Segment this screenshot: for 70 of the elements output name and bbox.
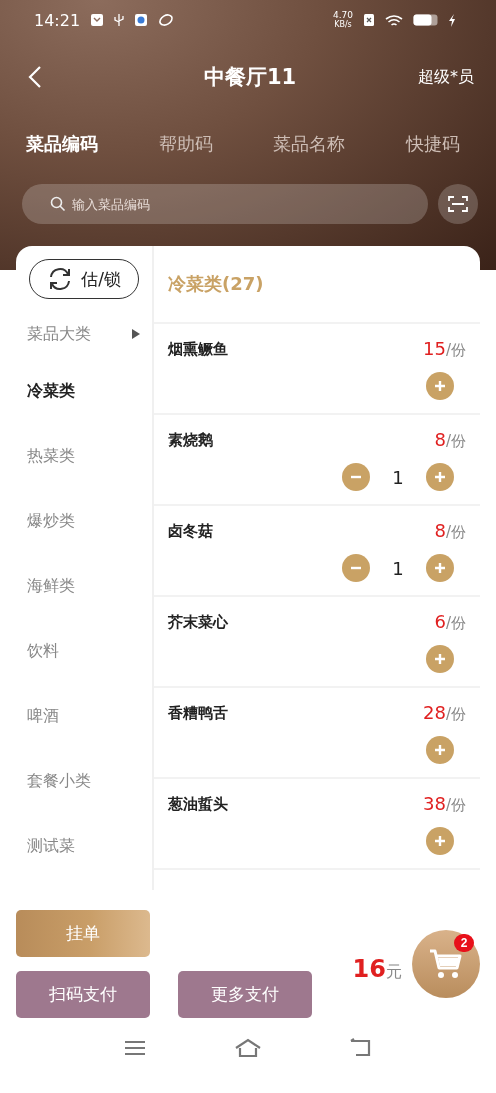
- minus-button[interactable]: [342, 554, 370, 582]
- search-icon: [50, 196, 66, 212]
- leaf-icon: [158, 13, 175, 27]
- back-nav-icon[interactable]: [350, 1038, 372, 1058]
- plus-button[interactable]: [426, 827, 454, 855]
- payment-button[interactable]: 扫码支付: [16, 971, 150, 1018]
- plus-button[interactable]: [426, 645, 454, 673]
- category-item[interactable]: 冷菜类: [16, 359, 152, 424]
- user-name: 超级*员: [418, 66, 474, 88]
- category-item[interactable]: 啤酒: [16, 684, 152, 749]
- page-title: 中餐厅11: [202, 64, 298, 91]
- back-icon[interactable]: [28, 65, 42, 89]
- usb-icon: [114, 13, 125, 27]
- dish-price: 28/份: [423, 702, 466, 724]
- plus-button[interactable]: [426, 372, 454, 400]
- plus-icon: [434, 744, 446, 756]
- category-item[interactable]: 菜品大类: [16, 309, 152, 359]
- plus-icon: [434, 471, 446, 483]
- category-item[interactable]: 测试菜: [16, 814, 152, 879]
- dish-price: 8/份: [434, 429, 466, 451]
- charging-icon: [448, 13, 456, 27]
- plus-icon: [434, 835, 446, 847]
- dish-name: 烟熏鳜鱼: [168, 339, 228, 359]
- scan-icon: [448, 195, 468, 213]
- cart-count-badge: 2: [454, 934, 474, 952]
- wifi-icon: [385, 13, 403, 27]
- message-icon: [90, 13, 105, 27]
- order-total: 16元: [352, 955, 402, 983]
- plus-button[interactable]: [426, 736, 454, 764]
- status-time: 14:21: [34, 10, 81, 30]
- dish-price: 6/份: [434, 611, 466, 633]
- estimate-lock-button[interactable]: 估/锁: [29, 259, 139, 299]
- category-item[interactable]: 套餐小类: [16, 749, 152, 814]
- search-mode-tab[interactable]: 快捷码: [401, 128, 464, 160]
- dish-name: 素烧鹅: [168, 430, 213, 450]
- dish-name: 芥末菜心: [168, 612, 228, 632]
- network-speed: 4.70 KB/s: [332, 11, 353, 29]
- plus-button[interactable]: [426, 463, 454, 491]
- home-icon[interactable]: [234, 1038, 262, 1058]
- plus-icon: [434, 380, 446, 392]
- battery-icon: [413, 14, 438, 26]
- payment-button[interactable]: 更多支付: [178, 971, 312, 1018]
- search-mode-tab[interactable]: 菜品名称: [269, 128, 350, 160]
- category-item[interactable]: 饮料: [16, 619, 152, 684]
- quantity: 1: [392, 466, 404, 488]
- scan-button[interactable]: [438, 184, 478, 224]
- dish-price: 8/份: [434, 520, 466, 542]
- hold-order-button[interactable]: 挂单: [16, 910, 150, 957]
- dish-name: 卤冬菇: [168, 521, 213, 541]
- search-mode-tab[interactable]: 菜品编码: [22, 128, 102, 160]
- dish-name: 香糟鸭舌: [168, 703, 228, 723]
- plus-icon: [434, 562, 446, 574]
- menu-icon[interactable]: [124, 1039, 146, 1057]
- dish-price: 38/份: [423, 793, 466, 815]
- dish-price: 15/份: [423, 338, 466, 360]
- cart-button[interactable]: 2: [412, 930, 480, 998]
- quantity: 1: [392, 557, 404, 579]
- plus-icon: [434, 653, 446, 665]
- plus-button[interactable]: [426, 554, 454, 582]
- dish-name: 葱油蜇头: [168, 794, 228, 814]
- cart-icon: [429, 948, 463, 980]
- triangle-icon: [132, 329, 140, 339]
- category-item[interactable]: 海鲜类: [16, 554, 152, 619]
- minus-button[interactable]: [342, 463, 370, 491]
- category-title: 冷菜类(27): [168, 272, 264, 296]
- app-icon: [134, 13, 149, 27]
- category-item[interactable]: 热菜类: [16, 424, 152, 489]
- category-item[interactable]: 爆炒类: [16, 489, 152, 554]
- sim-icon: [363, 13, 375, 27]
- search-mode-tab[interactable]: 帮助码: [154, 128, 217, 160]
